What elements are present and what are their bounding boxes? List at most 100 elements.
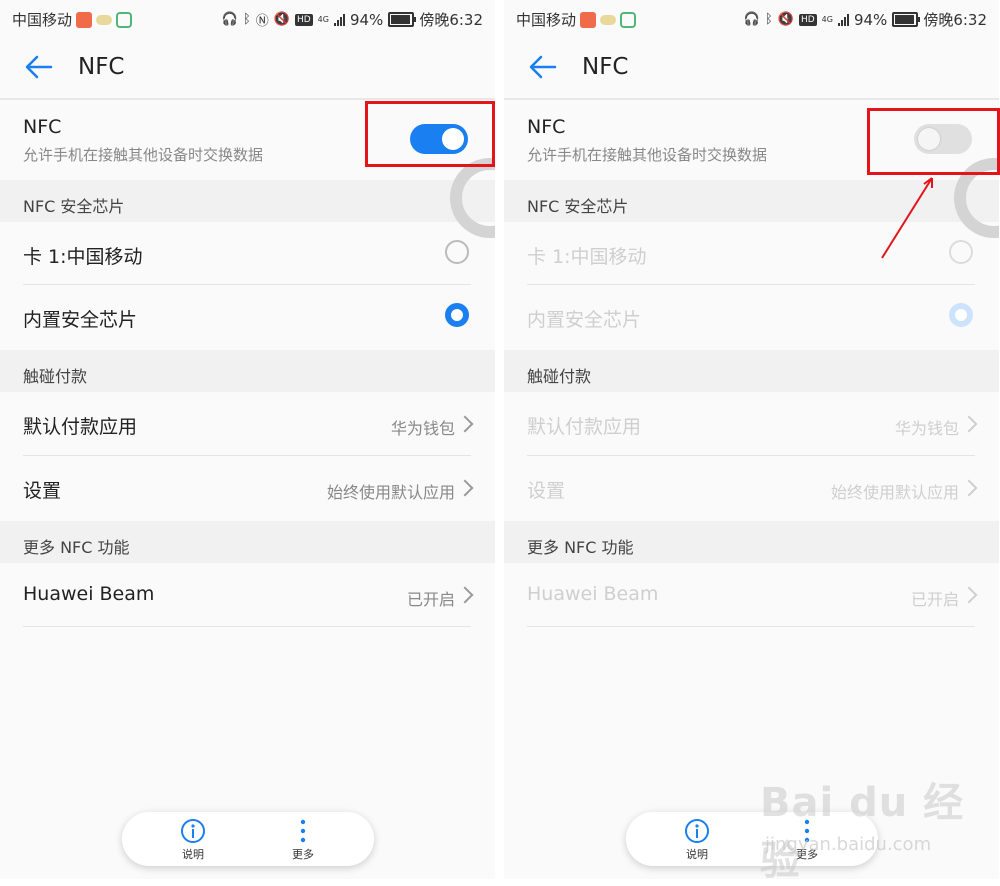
nfc-title: NFC — [527, 116, 566, 138]
vpn-lock-icon — [116, 11, 133, 28]
item-value: 已开启 — [406, 590, 455, 609]
info-label: 说明 — [686, 848, 708, 861]
divider — [527, 626, 975, 627]
vpn-lock-icon — [620, 11, 637, 28]
nfc-description: 允许手机在接触其他设备时交换数据 — [527, 146, 768, 164]
section-title: NFC 安全芯片 — [527, 197, 629, 216]
more-button[interactable]: 更多 — [268, 818, 338, 862]
section-header-payment: 触碰付款 — [0, 350, 495, 392]
item-label: Huawei Beam — [23, 583, 155, 605]
list-item-huawei-beam[interactable]: Huawei Beam 已开启 — [0, 563, 495, 627]
list-item-default-pay: 默认付款应用 华为钱包 — [504, 392, 999, 456]
item-label: 内置安全芯片 — [527, 309, 642, 331]
radio-card1[interactable] — [445, 240, 469, 264]
section-title: 更多 NFC 功能 — [23, 538, 130, 557]
item-label: 卡 1:中国移动 — [527, 246, 647, 268]
annotation-arrow-icon — [881, 177, 933, 259]
chevron-right-icon — [456, 415, 474, 433]
page-title: NFC — [78, 54, 125, 80]
item-label: Huawei Beam — [527, 583, 659, 605]
radio-builtin-chip — [949, 303, 973, 327]
annotation-box-switch-off — [867, 108, 1000, 175]
hd-icon: HD — [294, 13, 313, 26]
radio-card1 — [949, 240, 973, 264]
section-title: 触碰付款 — [23, 367, 88, 386]
watermark-logo: Bai du 经验 — [760, 780, 965, 884]
radio-builtin-chip[interactable] — [445, 303, 469, 327]
section-header-payment: 触碰付款 — [504, 350, 999, 392]
signal-icon — [837, 13, 849, 26]
clock: 傍晚6:32 — [923, 11, 987, 29]
item-value: 已开启 — [910, 590, 959, 609]
section-header-more-nfc: 更多 NFC 功能 — [0, 521, 495, 563]
app-header: NFC — [0, 36, 495, 100]
item-label: 内置安全芯片 — [23, 309, 138, 331]
network-type: 4G — [821, 14, 833, 24]
weather-icon — [96, 14, 113, 25]
info-button[interactable]: 说明 — [662, 818, 732, 862]
battery-percent: 94% — [349, 10, 384, 29]
info-label: 说明 — [182, 848, 204, 861]
mute-icon: 🔇 — [777, 12, 794, 27]
item-label: 默认付款应用 — [23, 416, 138, 438]
nfc-description: 允许手机在接触其他设备时交换数据 — [23, 146, 264, 164]
bluetooth-icon: ᛒ — [764, 12, 773, 27]
battery-icon — [892, 12, 921, 27]
clock: 傍晚6:32 — [419, 11, 483, 29]
section-title: 更多 NFC 功能 — [527, 538, 634, 557]
back-arrow-icon[interactable] — [528, 52, 558, 82]
chevron-right-icon — [960, 479, 978, 497]
back-arrow-icon[interactable] — [24, 52, 54, 82]
item-label: 设置 — [23, 480, 62, 502]
network-type: 4G — [317, 14, 329, 24]
annotation-box-switch-on — [365, 101, 495, 167]
weather-icon — [600, 14, 617, 25]
item-value: 华为钱包 — [894, 419, 959, 438]
section-title: NFC 安全芯片 — [23, 197, 125, 216]
item-value: 始终使用默认应用 — [830, 483, 959, 502]
section-header-more-nfc: 更多 NFC 功能 — [504, 521, 999, 563]
carrier-label: 中国移动 — [516, 11, 577, 29]
page-title: NFC — [582, 54, 629, 80]
status-bar: 中国移动 🎧 ᛒ 🔇 HD 4G 94% 傍晚6:32 — [504, 0, 999, 36]
watermark-url: jingyan.baidu.com — [765, 834, 932, 855]
screenshot-pair: 中国移动 🎧 ᛒ Ⓝ 🔇 HD 4G 94% 傍晚6:32 NFC NFC 允许… — [0, 0, 1000, 884]
section-title: 触碰付款 — [527, 367, 592, 386]
status-bar: 中国移动 🎧 ᛒ Ⓝ 🔇 HD 4G 94% 傍晚6:32 — [0, 0, 495, 36]
carrier-label: 中国移动 — [12, 11, 73, 29]
more-label: 更多 — [292, 848, 314, 861]
list-item-default-pay[interactable]: 默认付款应用 华为钱包 — [0, 392, 495, 456]
item-label: 卡 1:中国移动 — [23, 246, 143, 268]
battery-percent: 94% — [853, 10, 888, 29]
chevron-right-icon — [960, 415, 978, 433]
info-icon — [685, 819, 709, 843]
app-notification-icon — [76, 11, 93, 28]
item-label: 默认付款应用 — [527, 416, 642, 438]
app-notification-icon — [580, 11, 597, 28]
bottom-action-bar: 说明 更多 — [122, 812, 374, 866]
signal-icon — [333, 13, 345, 26]
list-item-card1[interactable]: 卡 1:中国移动 — [0, 222, 495, 286]
info-button[interactable]: 说明 — [158, 818, 228, 862]
nfc-title: NFC — [23, 116, 62, 138]
mute-icon: 🔇 — [273, 12, 290, 27]
nfc-icon: Ⓝ — [255, 14, 269, 29]
chevron-right-icon — [456, 479, 474, 497]
list-item-settings[interactable]: 设置 始终使用默认应用 — [0, 456, 495, 520]
headphone-icon: 🎧 — [221, 12, 238, 27]
info-icon — [181, 819, 205, 843]
section-header-secure-chip: NFC 安全芯片 — [0, 180, 495, 222]
chevron-right-icon — [960, 586, 978, 604]
list-item-huawei-beam: Huawei Beam 已开启 — [504, 563, 999, 627]
battery-icon — [388, 12, 417, 27]
chevron-right-icon — [456, 586, 474, 604]
divider — [23, 626, 471, 627]
item-value: 华为钱包 — [390, 419, 455, 438]
list-item-builtin-chip: 内置安全芯片 — [504, 285, 999, 349]
headphone-icon: 🎧 — [743, 12, 760, 27]
app-header: NFC — [504, 36, 999, 100]
list-item-builtin-chip[interactable]: 内置安全芯片 — [0, 285, 495, 349]
bluetooth-icon: ᛒ — [242, 12, 251, 27]
item-label: 设置 — [527, 480, 566, 502]
list-item-settings: 设置 始终使用默认应用 — [504, 456, 999, 520]
